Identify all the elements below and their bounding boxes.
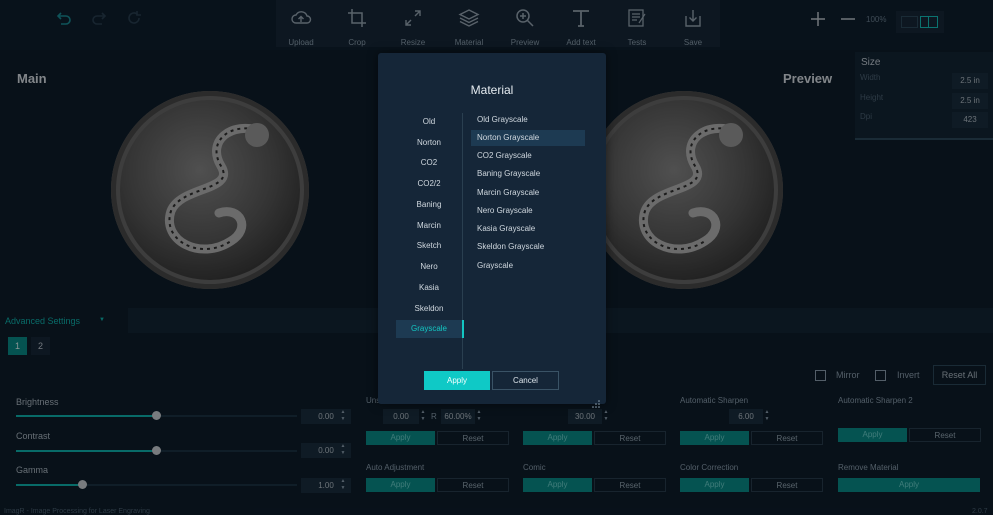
- category-kasia[interactable]: Kasia: [396, 279, 462, 297]
- dialog-title: Material: [470, 83, 514, 97]
- category-marcin[interactable]: Marcin: [396, 217, 462, 235]
- category-norton[interactable]: Norton: [396, 134, 462, 152]
- category-co2[interactable]: CO2: [396, 154, 462, 172]
- dialog-apply-button[interactable]: Apply: [424, 371, 490, 390]
- category-co2-2[interactable]: CO2/2: [396, 175, 462, 193]
- category-baning[interactable]: Baning: [396, 196, 462, 214]
- material-dialog: Material Old Norton CO2 CO2/2 Baning Mar…: [378, 53, 606, 408]
- material-item[interactable]: Baning Grayscale: [471, 166, 585, 182]
- material-item[interactable]: Nero Grayscale: [471, 203, 585, 219]
- material-item[interactable]: CO2 Grayscale: [471, 148, 585, 164]
- material-item[interactable]: Marcin Grayscale: [471, 185, 585, 201]
- material-item-selected[interactable]: Norton Grayscale: [471, 130, 585, 146]
- material-item[interactable]: Old Grayscale: [471, 112, 585, 128]
- category-old[interactable]: Old: [396, 113, 462, 131]
- material-item[interactable]: Kasia Grayscale: [471, 221, 585, 237]
- category-selection-indicator: [462, 320, 464, 338]
- material-item[interactable]: Grayscale: [471, 258, 585, 274]
- category-grayscale[interactable]: Grayscale: [396, 320, 462, 338]
- category-nero[interactable]: Nero: [396, 258, 462, 276]
- dialog-cancel-button[interactable]: Cancel: [492, 371, 559, 390]
- category-sketch[interactable]: Sketch: [396, 237, 462, 255]
- resize-grip-icon[interactable]: [592, 395, 600, 413]
- category-skeldon[interactable]: Skeldon: [396, 300, 462, 318]
- material-item[interactable]: Skeldon Grayscale: [471, 239, 585, 255]
